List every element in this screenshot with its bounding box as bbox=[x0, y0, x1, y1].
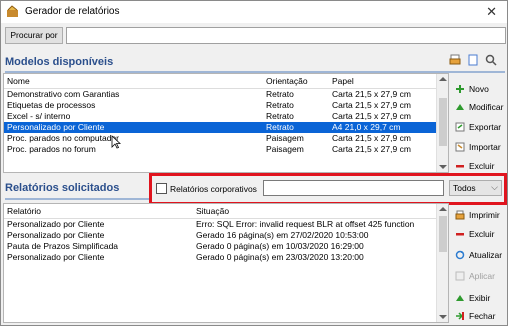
table-row-selected[interactable]: Personalizado por Cliente Retrato A4 21,… bbox=[4, 122, 448, 133]
col-relatorio[interactable]: Relatório bbox=[7, 206, 41, 216]
print-icon[interactable] bbox=[449, 54, 461, 66]
window-title: Gerador de relatórios bbox=[25, 6, 120, 17]
models-scrollbar[interactable] bbox=[436, 74, 448, 172]
table-row[interactable]: Proc. parados no forum Paisagem Carta 21… bbox=[4, 144, 448, 155]
imprimir-button[interactable]: Imprimir bbox=[455, 206, 500, 224]
search-icon[interactable] bbox=[485, 54, 497, 66]
fechar-button[interactable]: Fechar bbox=[455, 307, 495, 325]
col-situacao[interactable]: Situação bbox=[196, 206, 229, 216]
corporate-checkbox-label: Relatórios corporativos bbox=[170, 184, 257, 194]
scroll-thumb[interactable] bbox=[439, 216, 447, 252]
minus-icon bbox=[456, 233, 464, 236]
col-nome[interactable]: Nome bbox=[7, 76, 30, 86]
exit-icon bbox=[456, 312, 464, 320]
table-row[interactable]: Pauta de Prazos Simplificada Gerado 0 pá… bbox=[4, 241, 448, 252]
chevron-down-icon: ⌵ bbox=[491, 182, 498, 192]
requests-table: Relatório Situação Personalizado por Cli… bbox=[3, 203, 449, 323]
modificar-button[interactable]: Modificar bbox=[455, 98, 503, 116]
status-filter-select[interactable]: Todos ⌵ bbox=[449, 180, 502, 196]
scroll-up-icon[interactable] bbox=[439, 207, 447, 211]
requests-section-divider bbox=[5, 198, 149, 200]
table-row[interactable]: Personalizado por Cliente Gerado 16 pági… bbox=[4, 230, 448, 241]
table-row[interactable]: Demonstrativo com Garantias Retrato Cart… bbox=[4, 89, 448, 100]
close-icon[interactable]: ✕ bbox=[486, 4, 497, 20]
search-row: Procurar por bbox=[1, 23, 507, 47]
print-icon bbox=[455, 210, 465, 220]
title-bar: Gerador de relatórios ✕ bbox=[1, 1, 507, 23]
col-papel[interactable]: Papel bbox=[332, 76, 354, 86]
document-icon[interactable] bbox=[467, 54, 479, 66]
models-toolbar bbox=[449, 54, 497, 66]
exibir-button[interactable]: Exibir bbox=[455, 289, 490, 307]
scroll-down-icon[interactable] bbox=[439, 315, 447, 319]
exportar-button[interactable]: Exportar bbox=[455, 118, 501, 136]
export-icon bbox=[455, 122, 465, 132]
models-table-header: Nome Orientação Papel bbox=[4, 74, 448, 89]
search-button[interactable]: Procurar por bbox=[5, 27, 63, 44]
import-icon bbox=[455, 142, 465, 152]
table-row[interactable]: Personalizado por Cliente Erro: SQL Erro… bbox=[4, 219, 448, 230]
triangle-up-icon bbox=[456, 104, 464, 110]
refresh-icon bbox=[455, 250, 465, 260]
triangle-up-icon bbox=[456, 295, 464, 301]
requests-scrollbar[interactable] bbox=[436, 204, 448, 322]
table-row[interactable]: Proc. parados no computador Paisagem Car… bbox=[4, 133, 448, 144]
scroll-down-icon[interactable] bbox=[439, 165, 447, 169]
table-row[interactable]: Etiquetas de processos Retrato Carta 21,… bbox=[4, 100, 448, 111]
excluir-request-button[interactable]: Excluir bbox=[455, 225, 495, 243]
table-row[interactable]: Personalizado por Cliente Gerado 0 págin… bbox=[4, 252, 448, 263]
app-icon bbox=[7, 5, 18, 17]
requests-filter-input[interactable] bbox=[263, 180, 444, 196]
plus-icon bbox=[456, 85, 464, 93]
models-section-title: Modelos disponíveis bbox=[5, 56, 114, 68]
mouse-cursor-icon bbox=[111, 135, 121, 149]
corporate-checkbox[interactable] bbox=[156, 183, 167, 194]
apply-icon bbox=[455, 271, 465, 281]
scroll-up-icon[interactable] bbox=[439, 77, 447, 81]
search-input[interactable] bbox=[66, 27, 506, 44]
requests-section-title: Relatórios solicitados bbox=[5, 182, 120, 194]
report-generator-window: Gerador de relatórios ✕ Procurar por Mod… bbox=[0, 0, 508, 326]
minus-icon bbox=[456, 165, 464, 168]
table-row[interactable]: Excel - s/ interno Retrato Carta 21,5 x … bbox=[4, 111, 448, 122]
novo-button[interactable]: Novo bbox=[455, 80, 489, 98]
scroll-thumb[interactable] bbox=[439, 98, 447, 146]
requests-table-header: Relatório Situação bbox=[4, 204, 448, 219]
aplicar-button[interactable]: Aplicar bbox=[455, 267, 495, 285]
importar-button[interactable]: Importar bbox=[455, 138, 501, 156]
atualizar-button[interactable]: Atualizar bbox=[455, 246, 502, 264]
col-orientacao[interactable]: Orientação bbox=[266, 76, 308, 86]
models-table: Nome Orientação Papel Demonstrativo com … bbox=[3, 73, 449, 173]
